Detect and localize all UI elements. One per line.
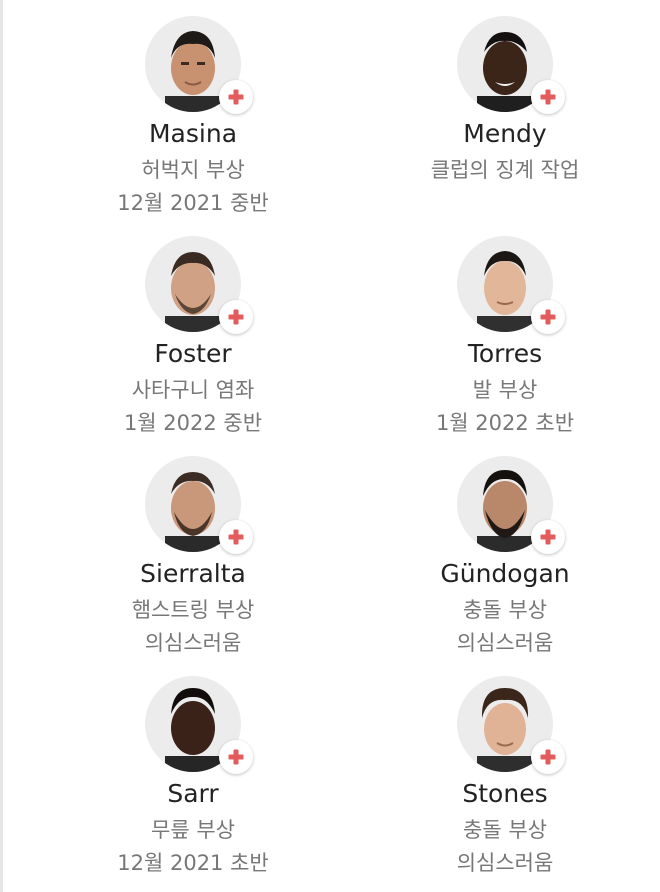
red-cross-icon (540, 749, 556, 765)
red-cross-icon (228, 529, 244, 545)
player-name: Gündogan (440, 559, 570, 588)
injury-badge (531, 300, 565, 334)
injury-type: 사타구니 염좌 (131, 378, 255, 402)
injured-players-grid: Masina 허벅지 부상 12월 2021 중반 Mendy 클럽의 징계 작… (0, 0, 660, 892)
injury-type: 충돌 부상 (463, 598, 547, 622)
red-cross-icon (228, 89, 244, 105)
player-card-gundogan[interactable]: Gündogan 충돌 부상 의심스러움 (355, 440, 655, 660)
player-card-foster[interactable]: Foster 사타구니 염좌 1월 2022 중반 (43, 220, 343, 440)
player-card-mendy[interactable]: Mendy 클럽의 징계 작업 (355, 0, 655, 220)
player-name: Mendy (463, 119, 547, 148)
player-card-sarr[interactable]: Sarr 무릎 부상 12월 2021 초반 (43, 660, 343, 880)
injury-badge (219, 520, 253, 554)
injury-badge (531, 740, 565, 774)
player-name: Sierralta (140, 559, 246, 588)
injury-badge (219, 740, 253, 774)
player-card-sierralta[interactable]: Sierralta 햄스트링 부상 의심스러움 (43, 440, 343, 660)
expected-return: 의심스러움 (144, 631, 242, 655)
player-name: Sarr (167, 779, 219, 808)
player-card-torres[interactable]: Torres 발 부상 1월 2022 초반 (355, 220, 655, 440)
player-name: Stones (462, 779, 548, 808)
red-cross-icon (228, 749, 244, 765)
expected-return: 12월 2021 중반 (117, 191, 269, 215)
injury-type: 햄스트링 부상 (131, 598, 255, 622)
injury-badge (219, 300, 253, 334)
injury-type: 발 부상 (472, 378, 538, 402)
injury-badge (531, 520, 565, 554)
expected-return: 12월 2021 초반 (117, 851, 269, 875)
injury-type: 클럽의 징계 작업 (430, 158, 580, 182)
injury-type: 충돌 부상 (463, 818, 547, 842)
expected-return: 1월 2022 초반 (435, 411, 575, 435)
injury-badge (219, 80, 253, 114)
red-cross-icon (540, 309, 556, 325)
red-cross-icon (540, 529, 556, 545)
expected-return: 의심스러움 (456, 631, 554, 655)
injury-type: 허벅지 부상 (141, 158, 245, 182)
injury-type: 무릎 부상 (151, 818, 235, 842)
expected-return: 1월 2022 중반 (123, 411, 263, 435)
player-card-stones[interactable]: Stones 충돌 부상 의심스러움 (355, 660, 655, 880)
red-cross-icon (540, 89, 556, 105)
player-card-masina[interactable]: Masina 허벅지 부상 12월 2021 중반 (43, 0, 343, 220)
player-name: Foster (154, 339, 232, 368)
red-cross-icon (228, 309, 244, 325)
expected-return: 의심스러움 (456, 851, 554, 875)
player-name: Torres (467, 339, 543, 368)
injury-badge (531, 80, 565, 114)
player-name: Masina (148, 119, 238, 148)
